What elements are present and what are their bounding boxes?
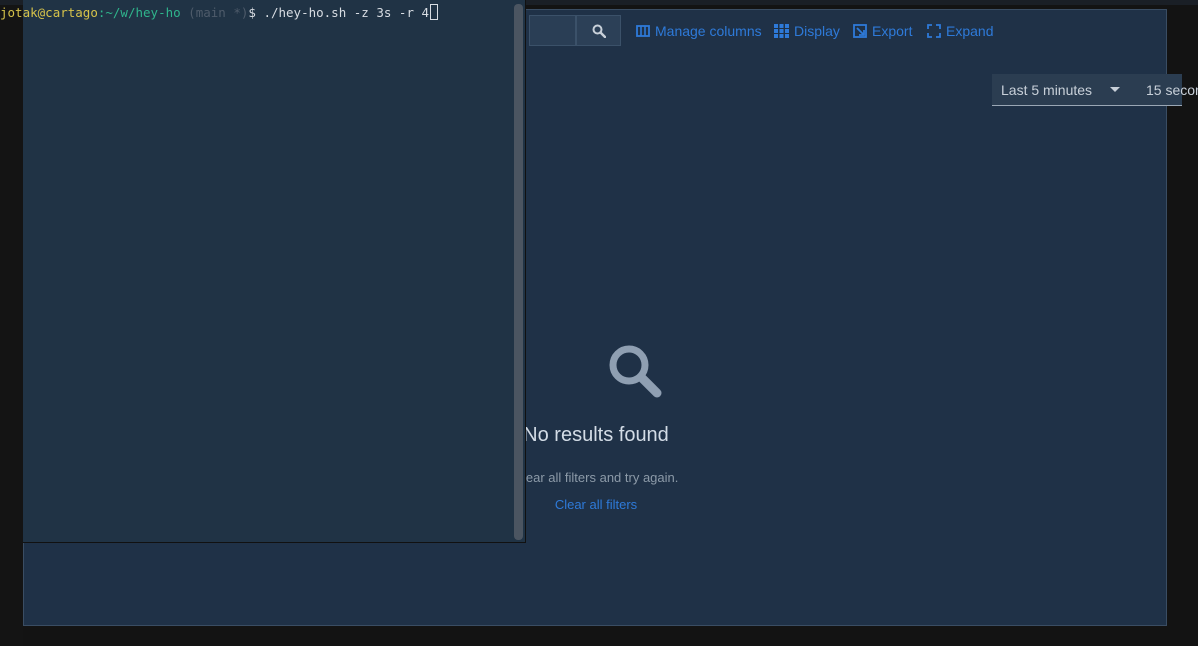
refresh-interval-select[interactable]: 15 secon: [1146, 82, 1198, 98]
terminal-prompt-line: jotak@cartago:~/w/hey-ho (main *)$ ./hey…: [0, 4, 439, 20]
search-input[interactable]: [529, 15, 576, 46]
expand-label: Expand: [946, 23, 994, 39]
export-button[interactable]: Export: [853, 21, 912, 41]
prompt-host: @cartago: [37, 5, 98, 20]
display-button[interactable]: Display: [774, 21, 840, 41]
caret-down-icon[interactable]: [1110, 87, 1120, 92]
manage-columns-button[interactable]: Manage columns: [636, 21, 762, 41]
prompt-path: :~/w/hey-ho: [97, 5, 181, 20]
prompt-branch: (main *): [180, 5, 249, 20]
search-icon: [592, 24, 606, 38]
display-label: Display: [794, 23, 840, 39]
terminal-command: ./hey-ho.sh -z 3s -r 4: [263, 5, 430, 20]
expand-button[interactable]: Expand: [927, 21, 993, 41]
export-icon: [853, 24, 867, 38]
export-label: Export: [872, 23, 913, 39]
terminal-window[interactable]: jotak@cartago:~/w/hey-ho (main *)$ ./hey…: [0, 0, 526, 543]
grid-icon: [774, 24, 789, 38]
time-range-toolbar: Last 5 minutes 15 secon: [992, 74, 1198, 106]
desktop-edge: [0, 0, 23, 646]
text-cursor: [430, 4, 439, 20]
search-button[interactable]: [576, 15, 621, 46]
terminal-scrollbar[interactable]: [514, 4, 523, 540]
prompt-user: jotak: [0, 5, 38, 20]
time-range-select[interactable]: Last 5 minutes: [1001, 82, 1092, 98]
expand-icon: [927, 24, 941, 38]
manage-columns-label: Manage columns: [655, 23, 762, 39]
magnifier-icon: [609, 345, 662, 398]
manage-columns-icon: [636, 25, 650, 37]
prompt-symbol: $: [248, 5, 264, 20]
